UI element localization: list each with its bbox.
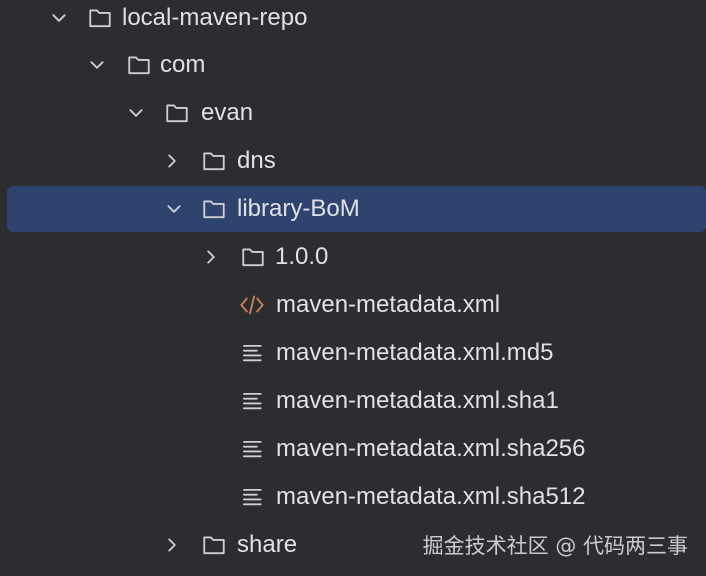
folder-icon [201,196,227,222]
tree-item-label: maven-metadata.xml [276,291,501,318]
chevron-down-icon[interactable] [163,198,185,220]
tree-row-dns[interactable]: dns [0,137,706,185]
tree-item-label: maven-metadata.xml.md5 [276,339,554,366]
tree-item-label: local-maven-repo [122,4,308,31]
tree-row-library-bom[interactable]: library-BoM [0,185,706,233]
tree-item-label: maven-metadata.xml.sha1 [276,387,559,414]
tree-item-label: maven-metadata.xml.sha256 [276,435,586,462]
tree-row-com[interactable]: com [0,41,706,89]
tree-item-label: dns [237,147,276,174]
folder-icon [164,100,190,126]
chevron-down-icon[interactable] [125,102,147,124]
watermark-text: 掘金技术社区 @ 代码两三事 [422,534,688,558]
xml-file-icon [239,292,265,318]
tree-row-maven-metadata-xml-sha1[interactable]: maven-metadata.xml.sha1 [0,377,706,425]
tree-row-1-0-0[interactable]: 1.0.0 [0,233,706,281]
tree-row-maven-metadata-xml[interactable]: maven-metadata.xml [0,281,706,329]
tree-item-label: 1.0.0 [275,243,329,270]
chevron-down-icon[interactable] [86,54,108,76]
tree-item-label: share [237,531,298,558]
folder-icon [201,532,227,558]
text-file-icon [240,484,266,510]
folder-icon [240,244,266,270]
chevron-right-icon[interactable] [200,246,222,268]
tree-row-maven-metadata-xml-md5[interactable]: maven-metadata.xml.md5 [0,329,706,377]
tree-row-local-maven-repo[interactable]: local-maven-repo [0,0,706,42]
tree-row-maven-metadata-xml-sha256[interactable]: maven-metadata.xml.sha256 [0,425,706,473]
tree-row-maven-metadata-xml-sha512[interactable]: maven-metadata.xml.sha512 [0,473,706,521]
chevron-right-icon[interactable] [161,150,183,172]
folder-icon [126,52,152,78]
folder-icon [201,148,227,174]
text-file-icon [240,388,266,414]
tree-item-label: evan [201,99,254,126]
folder-icon [87,5,113,31]
text-file-icon [240,340,266,366]
chevron-down-icon[interactable] [48,7,70,29]
text-file-icon [240,436,266,462]
chevron-right-icon[interactable] [161,534,183,556]
tree-item-label: maven-metadata.xml.sha512 [276,483,586,510]
tree-item-label: library-BoM [237,195,360,222]
tree-row-evan[interactable]: evan [0,89,706,137]
tree-item-label: com [160,51,206,78]
